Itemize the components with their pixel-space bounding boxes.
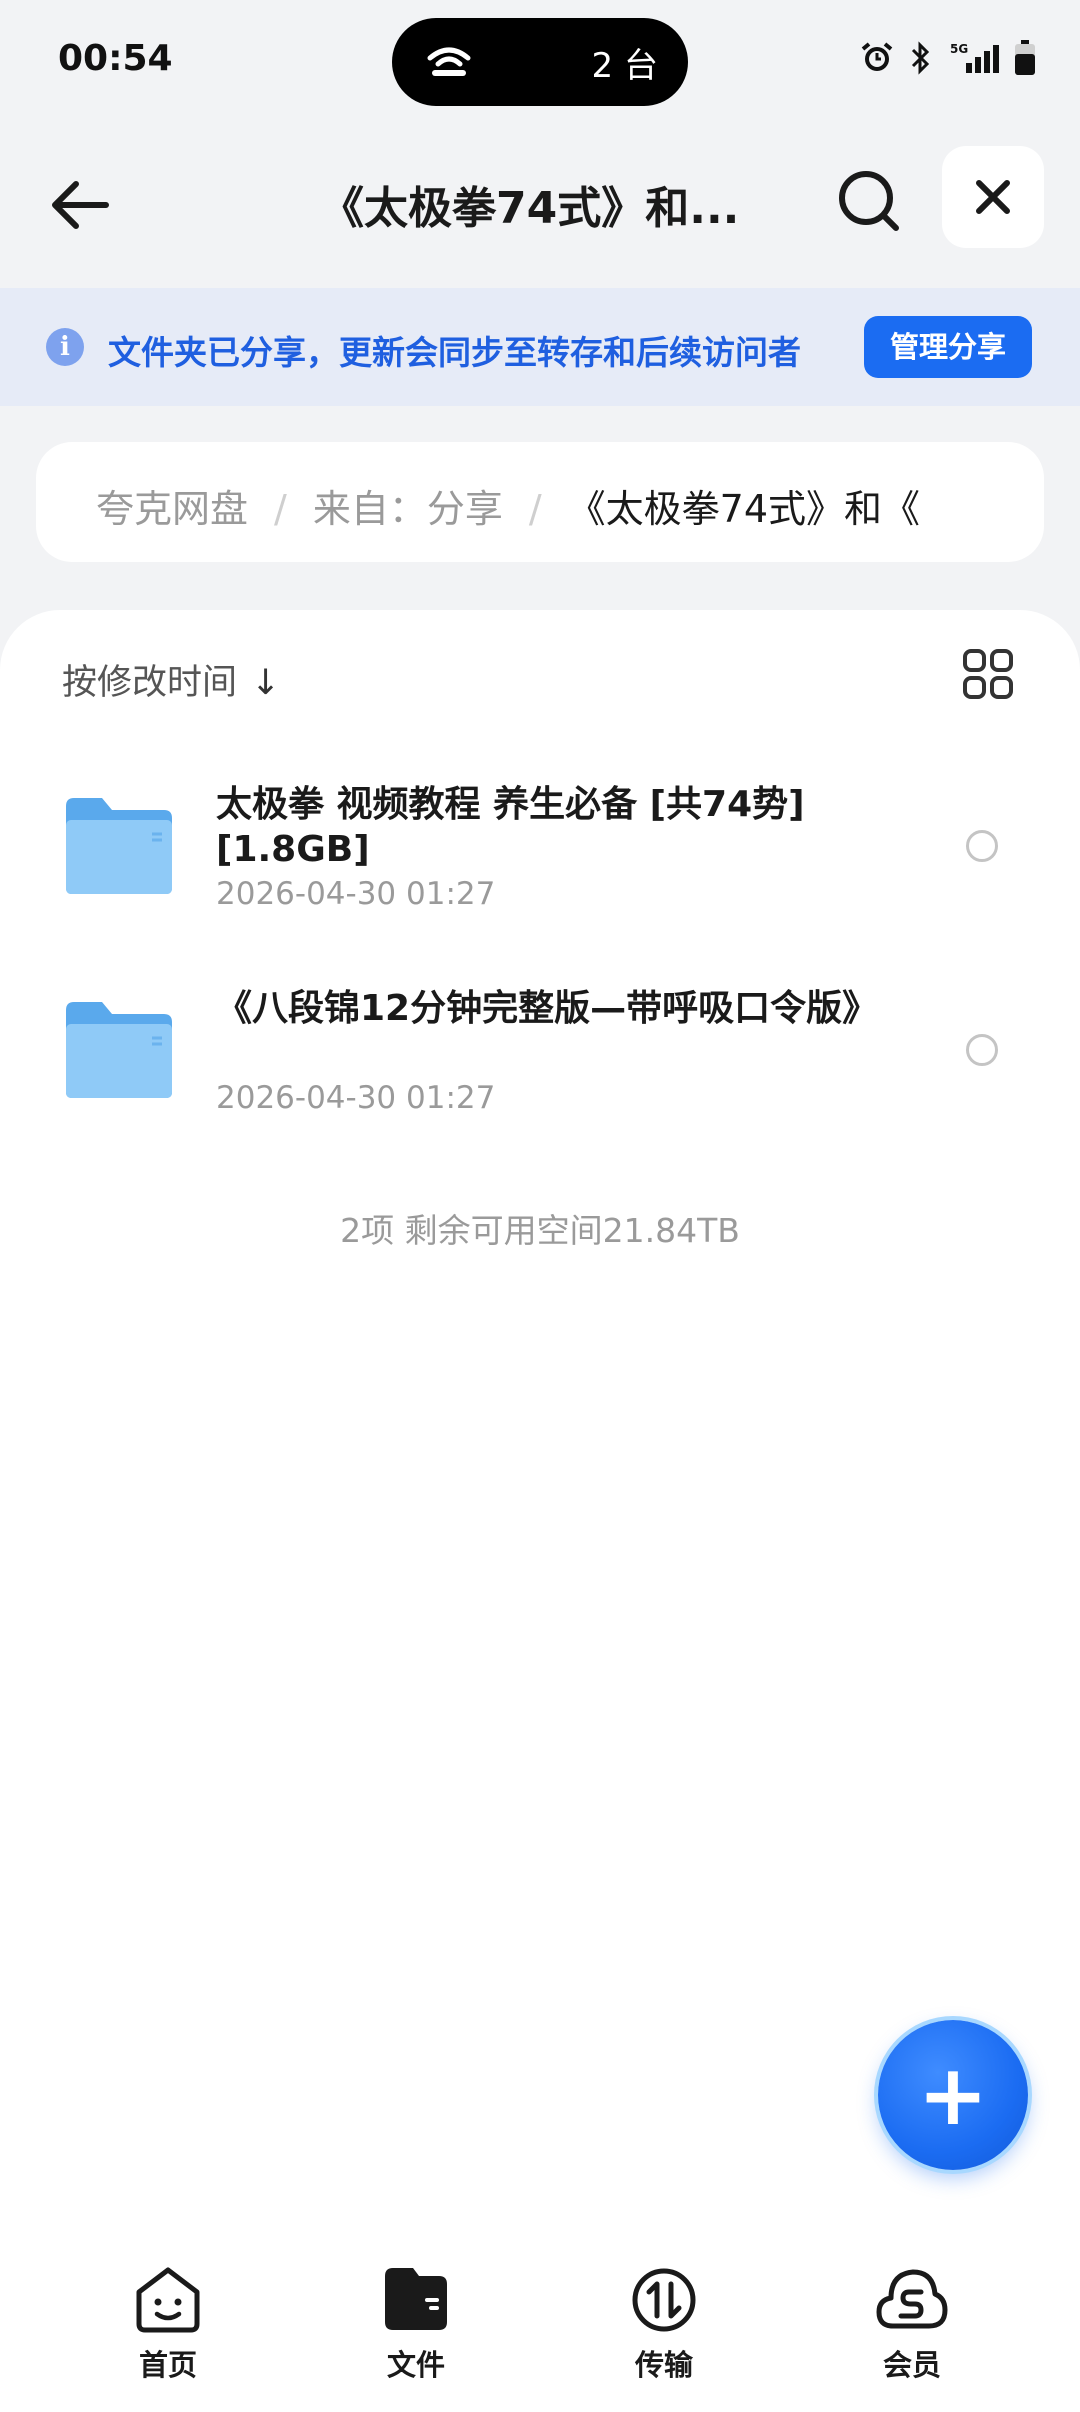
nav-label: 传输 <box>634 2348 693 2382</box>
breadcrumb-separator: / <box>274 487 287 531</box>
svg-text:5G: 5G <box>950 42 968 56</box>
file-date: 2026-04-30 01:27 <box>216 876 496 912</box>
share-banner: i 文件夹已分享，更新会同步至转存和后续访问者 管理分享 <box>0 288 1080 406</box>
close-icon <box>976 180 1010 214</box>
home-face-icon <box>136 2267 200 2333</box>
breadcrumb-item-shared[interactable]: 来自：分享 <box>313 487 503 531</box>
folder-icon <box>64 1000 174 1104</box>
file-name: 《八段锦12分钟完整版—带呼吸口令版》 <box>216 988 879 1029</box>
add-button[interactable]: + <box>878 2020 1028 2170</box>
info-icon: i <box>46 328 84 366</box>
file-row[interactable]: 太极拳 视频教程 养生必备 [共74势] [1.8GB] 2026-04-30 … <box>0 760 1080 940</box>
nav-item-transfer[interactable]: 传输 <box>584 2264 744 2384</box>
select-radio[interactable] <box>966 1034 998 1066</box>
file-row[interactable]: 《八段锦12分钟完整版—带呼吸口令版》 2026-04-30 01:27 <box>0 964 1080 1144</box>
search-button[interactable] <box>834 166 904 236</box>
breadcrumb-separator: / <box>528 487 542 531</box>
nav-item-home[interactable]: 首页 <box>88 2264 248 2384</box>
sort-direction-icon: ↓ <box>251 663 281 703</box>
header: 《太极拳74式》和... <box>0 120 1080 288</box>
back-button[interactable] <box>46 170 116 240</box>
search-icon <box>839 171 899 231</box>
manage-share-button[interactable]: 管理分享 <box>864 316 1032 378</box>
transfer-icon <box>632 2268 696 2332</box>
back-arrow-icon <box>52 181 109 229</box>
share-notice-text: 文件夹已分享，更新会同步至转存和后续访问者 <box>108 333 801 372</box>
sort-label: 按修改时间 <box>62 663 238 703</box>
close-button[interactable] <box>942 146 1044 248</box>
select-radio[interactable] <box>966 830 998 862</box>
bottom-nav: 首页 文件 传输 会员 <box>0 2250 1080 2412</box>
sort-button[interactable]: 按修改时间 ↓ <box>62 654 280 705</box>
folder-wallet-icon <box>385 2268 447 2330</box>
page-title: 《太极拳74式》和... <box>320 183 740 234</box>
system-icons: 5G <box>860 40 1036 80</box>
folder-icon <box>64 796 174 900</box>
breadcrumb: 夸克网盘 / 来自：分享 / 《太极拳74式》和《 <box>36 442 1044 562</box>
hotspot-icon <box>426 40 472 84</box>
storage-summary: 2项 剩余可用空间21.84TB <box>340 1211 740 1250</box>
bluetooth-icon <box>908 41 932 79</box>
status-time: 00:54 <box>58 38 173 79</box>
nav-label: 首页 <box>138 2348 197 2382</box>
nav-item-member[interactable]: 会员 <box>832 2264 992 2384</box>
file-date: 2026-04-30 01:27 <box>216 1080 496 1116</box>
cellular-5g-icon: 5G <box>946 41 1000 79</box>
nav-item-files[interactable]: 文件 <box>336 2264 496 2384</box>
dynamic-island[interactable]: 2 台 <box>392 18 688 106</box>
status-bar: 00:54 2 台 5G <box>0 0 1080 120</box>
connected-devices-count: 2 台 <box>591 46 658 86</box>
breadcrumb-item-current: 《太极拳74式》和《 <box>567 487 921 531</box>
grid-view-button[interactable] <box>962 648 1014 700</box>
nav-label: 文件 <box>386 2348 445 2382</box>
alarm-icon <box>860 41 894 79</box>
battery-icon <box>1014 40 1036 80</box>
cloud-member-icon <box>876 2269 948 2329</box>
file-name: 太极拳 视频教程 养生必备 [共74势] [1.8GB] <box>216 784 805 870</box>
breadcrumb-item-root[interactable]: 夸克网盘 <box>96 487 248 531</box>
grid-view-icon <box>963 649 1013 699</box>
nav-label: 会员 <box>882 2348 941 2382</box>
